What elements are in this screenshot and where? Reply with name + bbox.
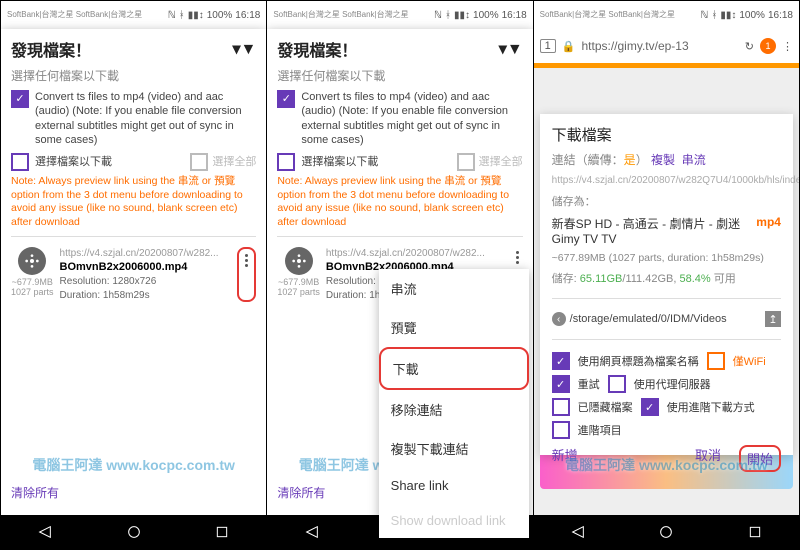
menu-share[interactable]: Share link xyxy=(379,468,529,503)
nfc-icon: ℕ xyxy=(168,10,176,21)
path-text[interactable]: /storage/emulated/0/IDM/Videos xyxy=(570,313,761,325)
film-icon xyxy=(285,247,313,275)
menu-icon[interactable]: ⋮ xyxy=(782,40,793,53)
advanced-opts-checkbox[interactable] xyxy=(552,421,570,439)
file-url: https://v4.szjal.cn/20200807/w282... xyxy=(60,247,232,261)
more-icon[interactable] xyxy=(241,250,252,271)
status-bar: SoftBank|台灣之星 SoftBank|台灣之星 ℕᚼ▮▮↕100%16:… xyxy=(534,1,799,29)
advanced-dl-checkbox[interactable]: ✓ xyxy=(641,398,659,416)
file-item[interactable]: ~677.9MB 1027 parts https://v4.szjal.cn/… xyxy=(11,247,256,302)
signal-icon: ▮▮↕ xyxy=(188,10,204,21)
link-row: 連結（續傳：是） 複製 串流 xyxy=(552,151,781,168)
menu-copy[interactable]: 複製下載連結 xyxy=(379,429,529,468)
cancel-button[interactable]: 取消 xyxy=(695,445,721,472)
convert-checkbox[interactable]: ✓ xyxy=(277,90,295,108)
bt-icon: ᚼ xyxy=(179,10,185,21)
refresh-icon[interactable]: ↻ xyxy=(745,40,754,53)
source-url: https://v4.szjal.cn/20200807/w282Q7U4/10… xyxy=(552,174,799,187)
use-title-checkbox[interactable]: ✓ xyxy=(552,352,570,370)
url-text[interactable]: https://gimy.tv/ep-13 xyxy=(581,39,738,53)
back-path-icon[interactable]: ‹ xyxy=(552,312,566,326)
context-menu: 串流 預覽 下載 移除連結 複製下載連結 Share link Show dow… xyxy=(379,269,529,538)
path-row: ‹ /storage/emulated/0/IDM/Videos ↥ xyxy=(552,311,781,327)
storage-info: 儲存: 65.11GB/111.42GB, 58.4% 可用 xyxy=(552,270,781,286)
menu-download[interactable]: 下載 xyxy=(379,347,529,390)
nav-home-icon[interactable] xyxy=(658,524,674,540)
proxy-checkbox[interactable] xyxy=(608,375,626,393)
clock: 16:18 xyxy=(235,10,260,21)
convert-checkbox[interactable]: ✓ xyxy=(11,90,29,108)
status-bar: SoftBank|台灣之星 SoftBank|台灣之星 ℕᚼ▮▮↕100%16:… xyxy=(267,1,532,29)
nav-recent-icon[interactable] xyxy=(214,524,230,540)
select-all-label: 選擇全部 xyxy=(212,155,256,169)
filename[interactable]: 新春SP HD - 高通云 - 劇情片 - 劇迷 Gimy TV TV xyxy=(552,215,757,246)
save-as-label: 儲存為： xyxy=(552,193,781,209)
copy-link[interactable]: 複製 xyxy=(651,153,675,167)
file-res: Resolution: 1280x726 xyxy=(60,275,232,289)
status-bar: SoftBank|台灣之星 SoftBank|台灣之星 ℕᚼ ▮▮↕ 100% … xyxy=(1,1,266,29)
convert-label: Convert ts files to mp4 (video) and aac … xyxy=(35,90,256,147)
file-meta: ~677.89MB (1027 parts, duration: 1h58m29… xyxy=(552,252,781,264)
nav-back-icon[interactable] xyxy=(570,524,586,540)
nav-back-icon[interactable] xyxy=(37,524,53,540)
up-folder-icon[interactable]: ↥ xyxy=(765,311,781,327)
carrier-text: SoftBank|台灣之星 SoftBank|台灣之星 xyxy=(7,11,142,20)
file-dur: Duration: 1h58m29s xyxy=(60,289,232,303)
clear-all-button[interactable]: 清除所有 xyxy=(11,478,256,507)
tab-count[interactable]: 1 xyxy=(540,39,556,53)
start-button[interactable]: 開始 xyxy=(739,445,781,472)
stream-link[interactable]: 串流 xyxy=(682,153,706,167)
menu-show[interactable]: Show download link xyxy=(379,503,529,538)
download-count-badge[interactable]: 1 xyxy=(760,38,776,54)
nav-back-icon[interactable] xyxy=(304,524,320,540)
preview-note: Note: Always preview link using the 串流 o… xyxy=(11,175,256,230)
nav-bar xyxy=(1,515,266,549)
found-files-modal: 發現檔案！ ▾▼ 選擇任何檔案以下載 ✓ Convert ts files to… xyxy=(1,29,266,515)
address-bar: 1 🔒 https://gimy.tv/ep-13 ↻ 1 ⋮ xyxy=(534,29,799,68)
highlight-dots xyxy=(237,247,256,302)
menu-stream[interactable]: 串流 xyxy=(379,269,529,308)
modal-title: 發現檔案！ xyxy=(11,37,91,61)
retry-checkbox[interactable]: ✓ xyxy=(552,375,570,393)
menu-preview[interactable]: 預覽 xyxy=(379,308,529,347)
select-checkbox[interactable] xyxy=(11,153,29,171)
dialog-title: 下載檔案 xyxy=(552,124,781,145)
modal-subtitle: 選擇任何檔案以下載 xyxy=(11,67,256,84)
filter-icon[interactable]: ▾▼ xyxy=(499,39,523,59)
add-button[interactable]: 新增 xyxy=(552,445,578,472)
file-name: BOmvnB2x2006000.mp4 xyxy=(60,260,232,275)
menu-remove[interactable]: 移除連結 xyxy=(379,390,529,429)
filter-icon[interactable]: ▾▼ xyxy=(232,39,256,59)
battery-text: 100% xyxy=(207,10,233,21)
select-label: 選擇檔案以下載 xyxy=(35,155,112,169)
wifi-only-checkbox[interactable] xyxy=(707,352,725,370)
lock-icon: 🔒 xyxy=(562,40,576,53)
film-icon xyxy=(18,247,46,275)
download-dialog: 下載檔案 連結（續傳：是） 複製 串流 https://v4.szjal.cn/… xyxy=(540,114,793,455)
nav-home-icon[interactable] xyxy=(126,524,142,540)
select-all-checkbox[interactable] xyxy=(190,153,208,171)
nav-recent-icon[interactable] xyxy=(747,524,763,540)
hidden-checkbox[interactable] xyxy=(552,398,570,416)
file-ext: mp4 xyxy=(756,215,781,246)
